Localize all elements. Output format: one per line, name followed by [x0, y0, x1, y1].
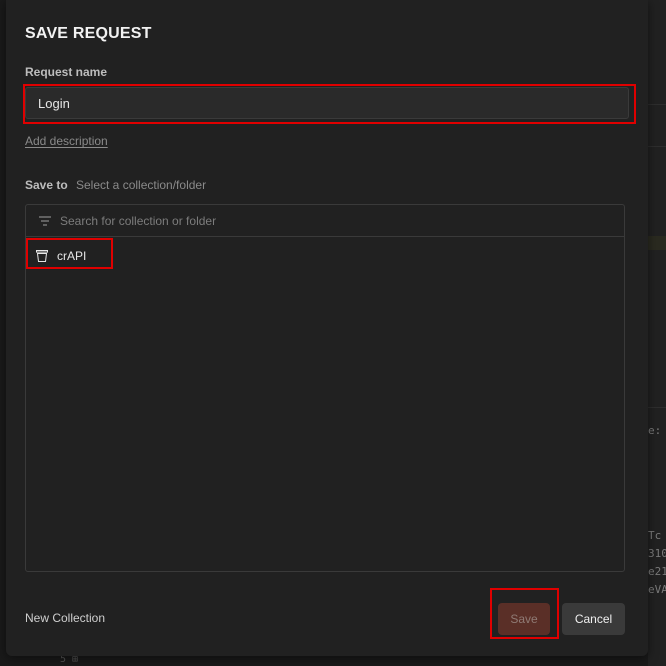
save-request-dialog: SAVE REQUEST Request name Add descriptio…: [6, 0, 648, 656]
collection-search-input[interactable]: [60, 205, 610, 236]
background-code-line: e: 2: [648, 424, 666, 437]
background-code-line: Tc: [648, 529, 662, 542]
filter-icon: [39, 216, 51, 226]
save-button[interactable]: Save: [498, 603, 550, 635]
save-to-label: Save to: [25, 178, 68, 192]
request-name-input[interactable]: [25, 87, 629, 119]
collection-item-crapi[interactable]: crAPI: [27, 241, 111, 269]
new-collection-link[interactable]: New Collection: [25, 611, 105, 625]
cancel-button[interactable]: Cancel: [562, 603, 625, 635]
collection-search-bar: [26, 205, 624, 237]
background-code-line: e21: [648, 565, 666, 578]
background-code-line: eVA: [648, 583, 666, 596]
add-description-link[interactable]: Add description: [25, 134, 108, 148]
save-to-hint: Select a collection/folder: [76, 178, 207, 192]
collection-icon: [36, 250, 48, 262]
collection-tree: crAPI: [25, 204, 625, 572]
request-name-label: Request name: [25, 65, 108, 79]
background-code-line: 310: [648, 547, 666, 560]
dialog-title: SAVE REQUEST: [25, 25, 152, 42]
background-highlight: [648, 236, 666, 250]
collection-item-label: crAPI: [57, 249, 87, 263]
